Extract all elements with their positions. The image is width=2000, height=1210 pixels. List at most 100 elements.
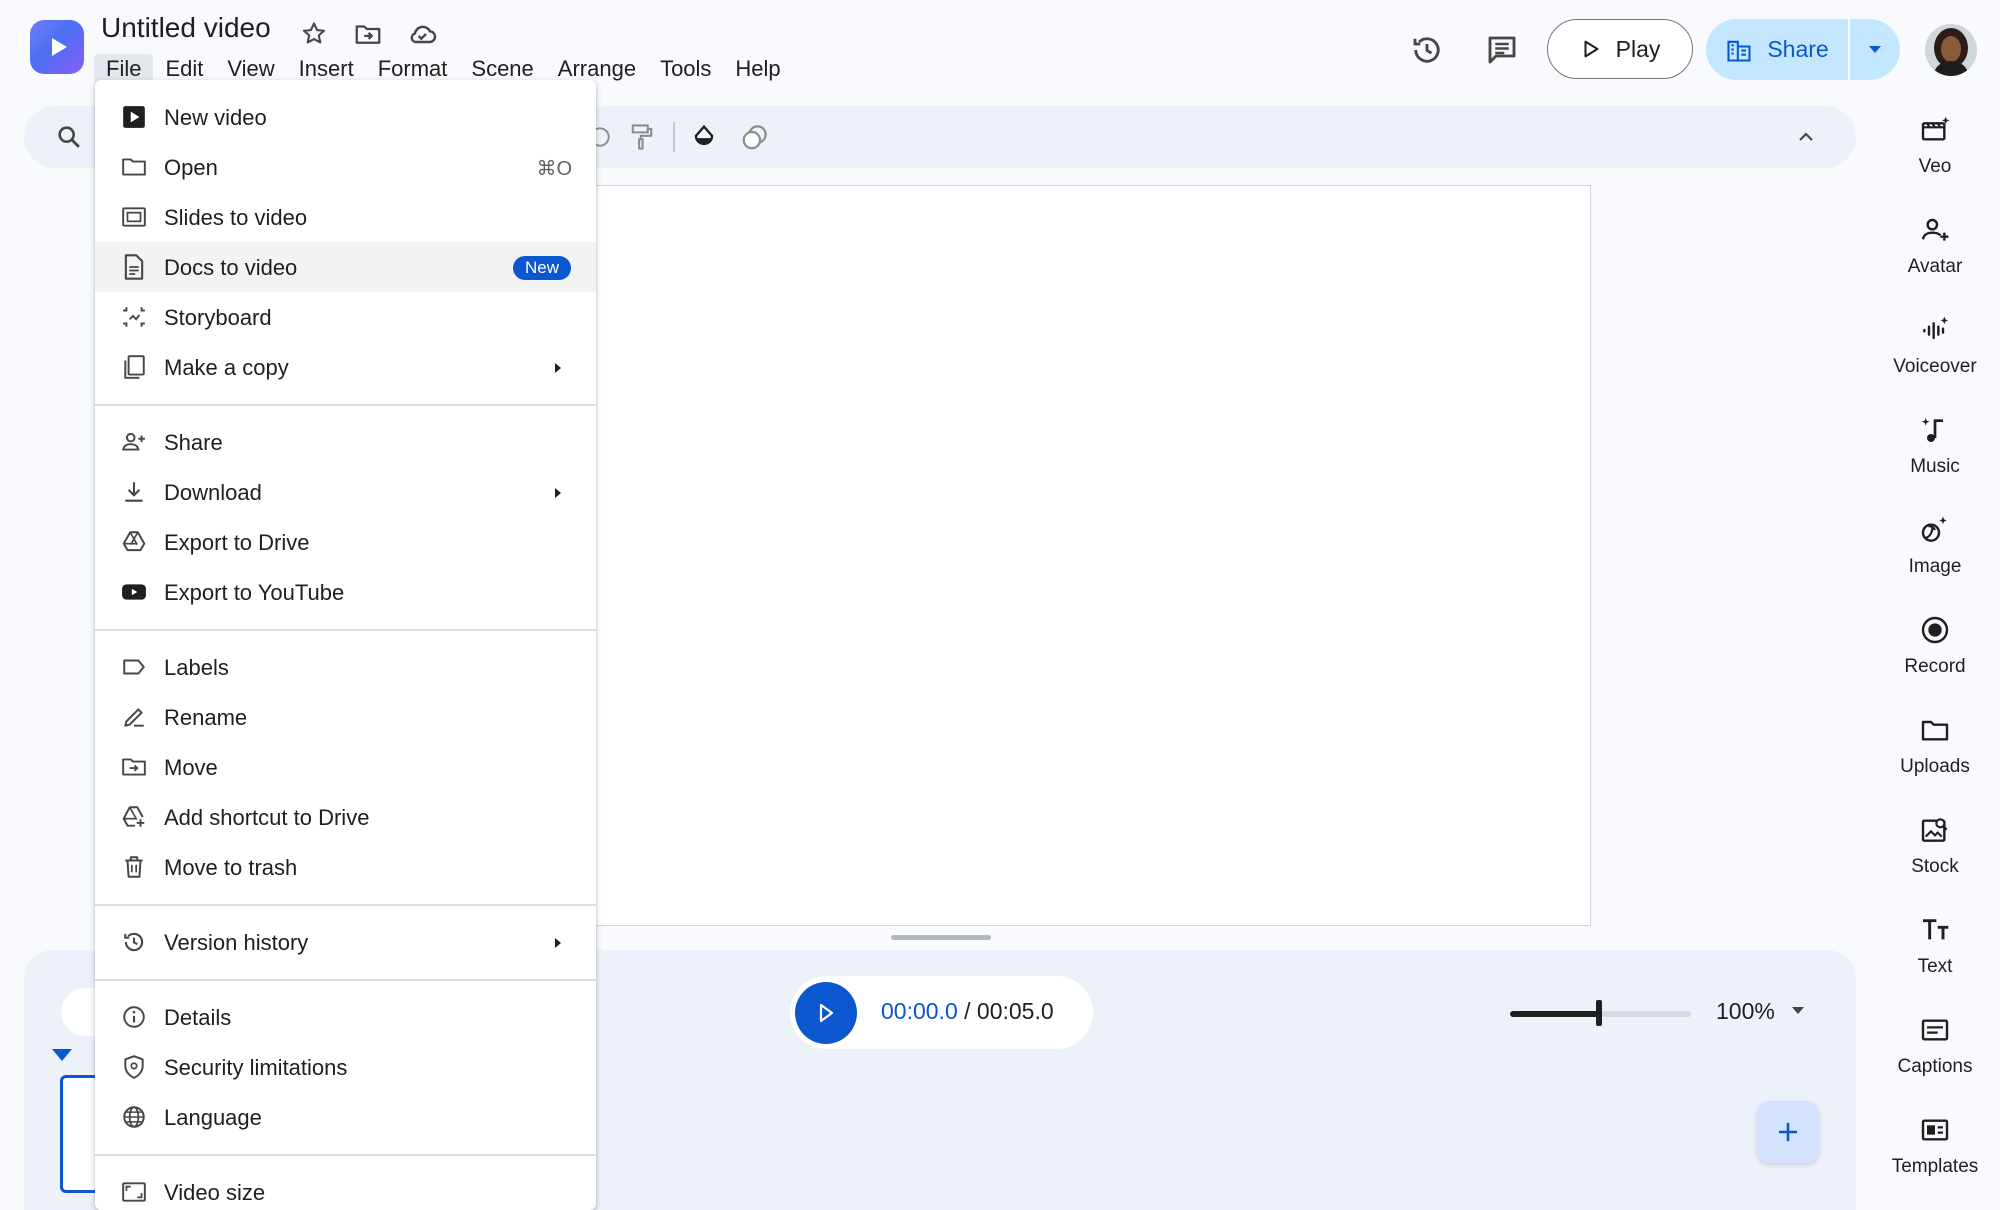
menu-rename[interactable]: Rename	[95, 692, 596, 742]
timeline-play-button[interactable]	[795, 982, 857, 1044]
menu-help[interactable]: Help	[723, 54, 792, 84]
video-logo-icon	[52, 38, 67, 56]
menu-divider	[95, 979, 596, 981]
document-title[interactable]: Untitled video	[101, 12, 271, 44]
total-time: 00:05.0	[976, 998, 1054, 1024]
share-button-label: Share	[1767, 36, 1829, 62]
comments-icon[interactable]	[1476, 24, 1528, 76]
menu-details[interactable]: Details	[95, 992, 596, 1042]
menu-security-limitations[interactable]: Security limitations	[95, 1042, 596, 1092]
playhead-marker[interactable]	[50, 1047, 74, 1063]
rail-label: Templates	[1891, 1156, 1979, 1177]
rail-music[interactable]: Music	[1870, 410, 2000, 500]
collapse-toolbar-icon[interactable]	[1794, 125, 1818, 149]
scene-canvas[interactable]	[592, 185, 1591, 926]
share-button[interactable]: Share	[1706, 19, 1848, 80]
new-badge: New	[512, 256, 571, 280]
person-add-icon	[121, 429, 147, 455]
play-icon	[1584, 40, 1599, 58]
menu-download[interactable]: Download	[95, 467, 596, 517]
fill-color-icon[interactable]	[690, 122, 718, 152]
time-readout: 00:00.0 / 00:05.0	[881, 998, 1054, 1025]
music-icon	[1919, 410, 1951, 450]
menu-divider	[95, 404, 596, 406]
menu-add-shortcut-to-drive[interactable]: Add shortcut to Drive	[95, 792, 596, 842]
rail-label: Text	[1917, 956, 1953, 977]
rail-label: Music	[1910, 456, 1960, 477]
text-icon	[1919, 910, 1951, 950]
stock-icon	[1919, 810, 1951, 850]
menu-language[interactable]: Language	[95, 1092, 596, 1142]
label-icon	[121, 654, 147, 680]
app-logo[interactable]	[30, 20, 84, 74]
menu-open[interactable]: Open ⌘O	[95, 142, 596, 192]
menu-version-history[interactable]: Version history	[95, 917, 596, 967]
menu-move-to-trash[interactable]: Move to trash	[95, 842, 596, 892]
shape-effects-icon[interactable]	[740, 122, 770, 152]
rail-templates[interactable]: Templates	[1870, 1110, 2000, 1200]
rail-uploads[interactable]: Uploads	[1870, 710, 2000, 800]
submenu-arrow-icon	[554, 362, 562, 374]
avatar[interactable]	[1925, 24, 1977, 76]
menu-tools[interactable]: Tools	[648, 54, 723, 84]
cloud-saved-icon[interactable]	[404, 16, 440, 52]
menu-export-to-drive[interactable]: Export to Drive	[95, 517, 596, 567]
rail-label: Record	[1904, 656, 1966, 677]
rail-captions[interactable]: Captions	[1870, 1010, 2000, 1100]
rail-label: Stock	[1911, 856, 1959, 877]
current-time: 00:00.0	[881, 998, 958, 1024]
rail-voiceover[interactable]: Voiceover	[1870, 310, 2000, 400]
rail-label: Uploads	[1900, 756, 1970, 777]
menu-share[interactable]: Share	[95, 417, 596, 467]
version-history-icon[interactable]	[1401, 24, 1453, 76]
play-button[interactable]: Play	[1547, 19, 1693, 79]
menu-make-a-copy[interactable]: Make a copy	[95, 342, 596, 392]
rail-stock[interactable]: Stock	[1870, 810, 2000, 900]
zoom-slider-thumb[interactable]	[1596, 1000, 1602, 1026]
veo-icon	[1919, 110, 1951, 150]
docs-icon	[121, 254, 147, 280]
share-options-button[interactable]	[1850, 19, 1900, 80]
security-icon	[121, 1054, 147, 1080]
rail-image[interactable]: Image	[1870, 510, 2000, 600]
menu-export-to-youtube[interactable]: Export to YouTube	[95, 567, 596, 617]
rename-icon	[121, 704, 147, 730]
menu-video-size[interactable]: Video size	[95, 1167, 596, 1210]
slides-icon	[121, 204, 147, 230]
toolbar-divider	[673, 122, 675, 152]
search-menus-icon[interactable]	[55, 123, 83, 151]
add-scene-button[interactable]	[1757, 1101, 1819, 1163]
move-folder-icon[interactable]	[350, 16, 386, 52]
voiceover-icon	[1919, 310, 1951, 350]
rail-avatar[interactable]: Avatar	[1870, 210, 2000, 300]
copy-icon	[121, 354, 147, 380]
submenu-arrow-icon	[554, 937, 562, 949]
file-menu: New video Open ⌘O Slides to video Docs t…	[95, 80, 596, 1210]
menu-new-video[interactable]: New video	[95, 92, 596, 142]
plus-icon	[1779, 1123, 1797, 1141]
rail-label: Avatar	[1907, 256, 1963, 277]
rail-label: Voiceover	[1893, 356, 1977, 377]
menu-storyboard[interactable]: Storyboard	[95, 292, 596, 342]
rail-record[interactable]: Record	[1870, 610, 2000, 700]
rail-text[interactable]: Text	[1870, 910, 2000, 1000]
zoom-level[interactable]: 100%	[1716, 998, 1775, 1025]
menu-move[interactable]: Move	[95, 742, 596, 792]
menu-slides-to-video[interactable]: Slides to video	[95, 192, 596, 242]
paint-format-icon[interactable]	[628, 122, 656, 152]
menu-docs-to-video[interactable]: Docs to video New	[95, 242, 596, 292]
rail-veo[interactable]: Veo	[1870, 110, 2000, 200]
star-icon[interactable]	[296, 16, 332, 52]
zoom-dropdown-icon[interactable]	[1789, 1004, 1807, 1016]
image-icon	[1919, 510, 1951, 550]
play-button-label: Play	[1615, 35, 1661, 62]
video-icon	[121, 104, 147, 130]
caret-down-icon	[1869, 45, 1881, 53]
domain-icon	[1727, 40, 1751, 62]
download-icon	[121, 479, 147, 505]
submenu-arrow-icon	[554, 487, 562, 499]
drive-icon	[121, 529, 147, 555]
menu-labels[interactable]: Labels	[95, 642, 596, 692]
rail-label: Image	[1908, 556, 1962, 577]
canvas-resize-handle[interactable]	[891, 935, 991, 940]
